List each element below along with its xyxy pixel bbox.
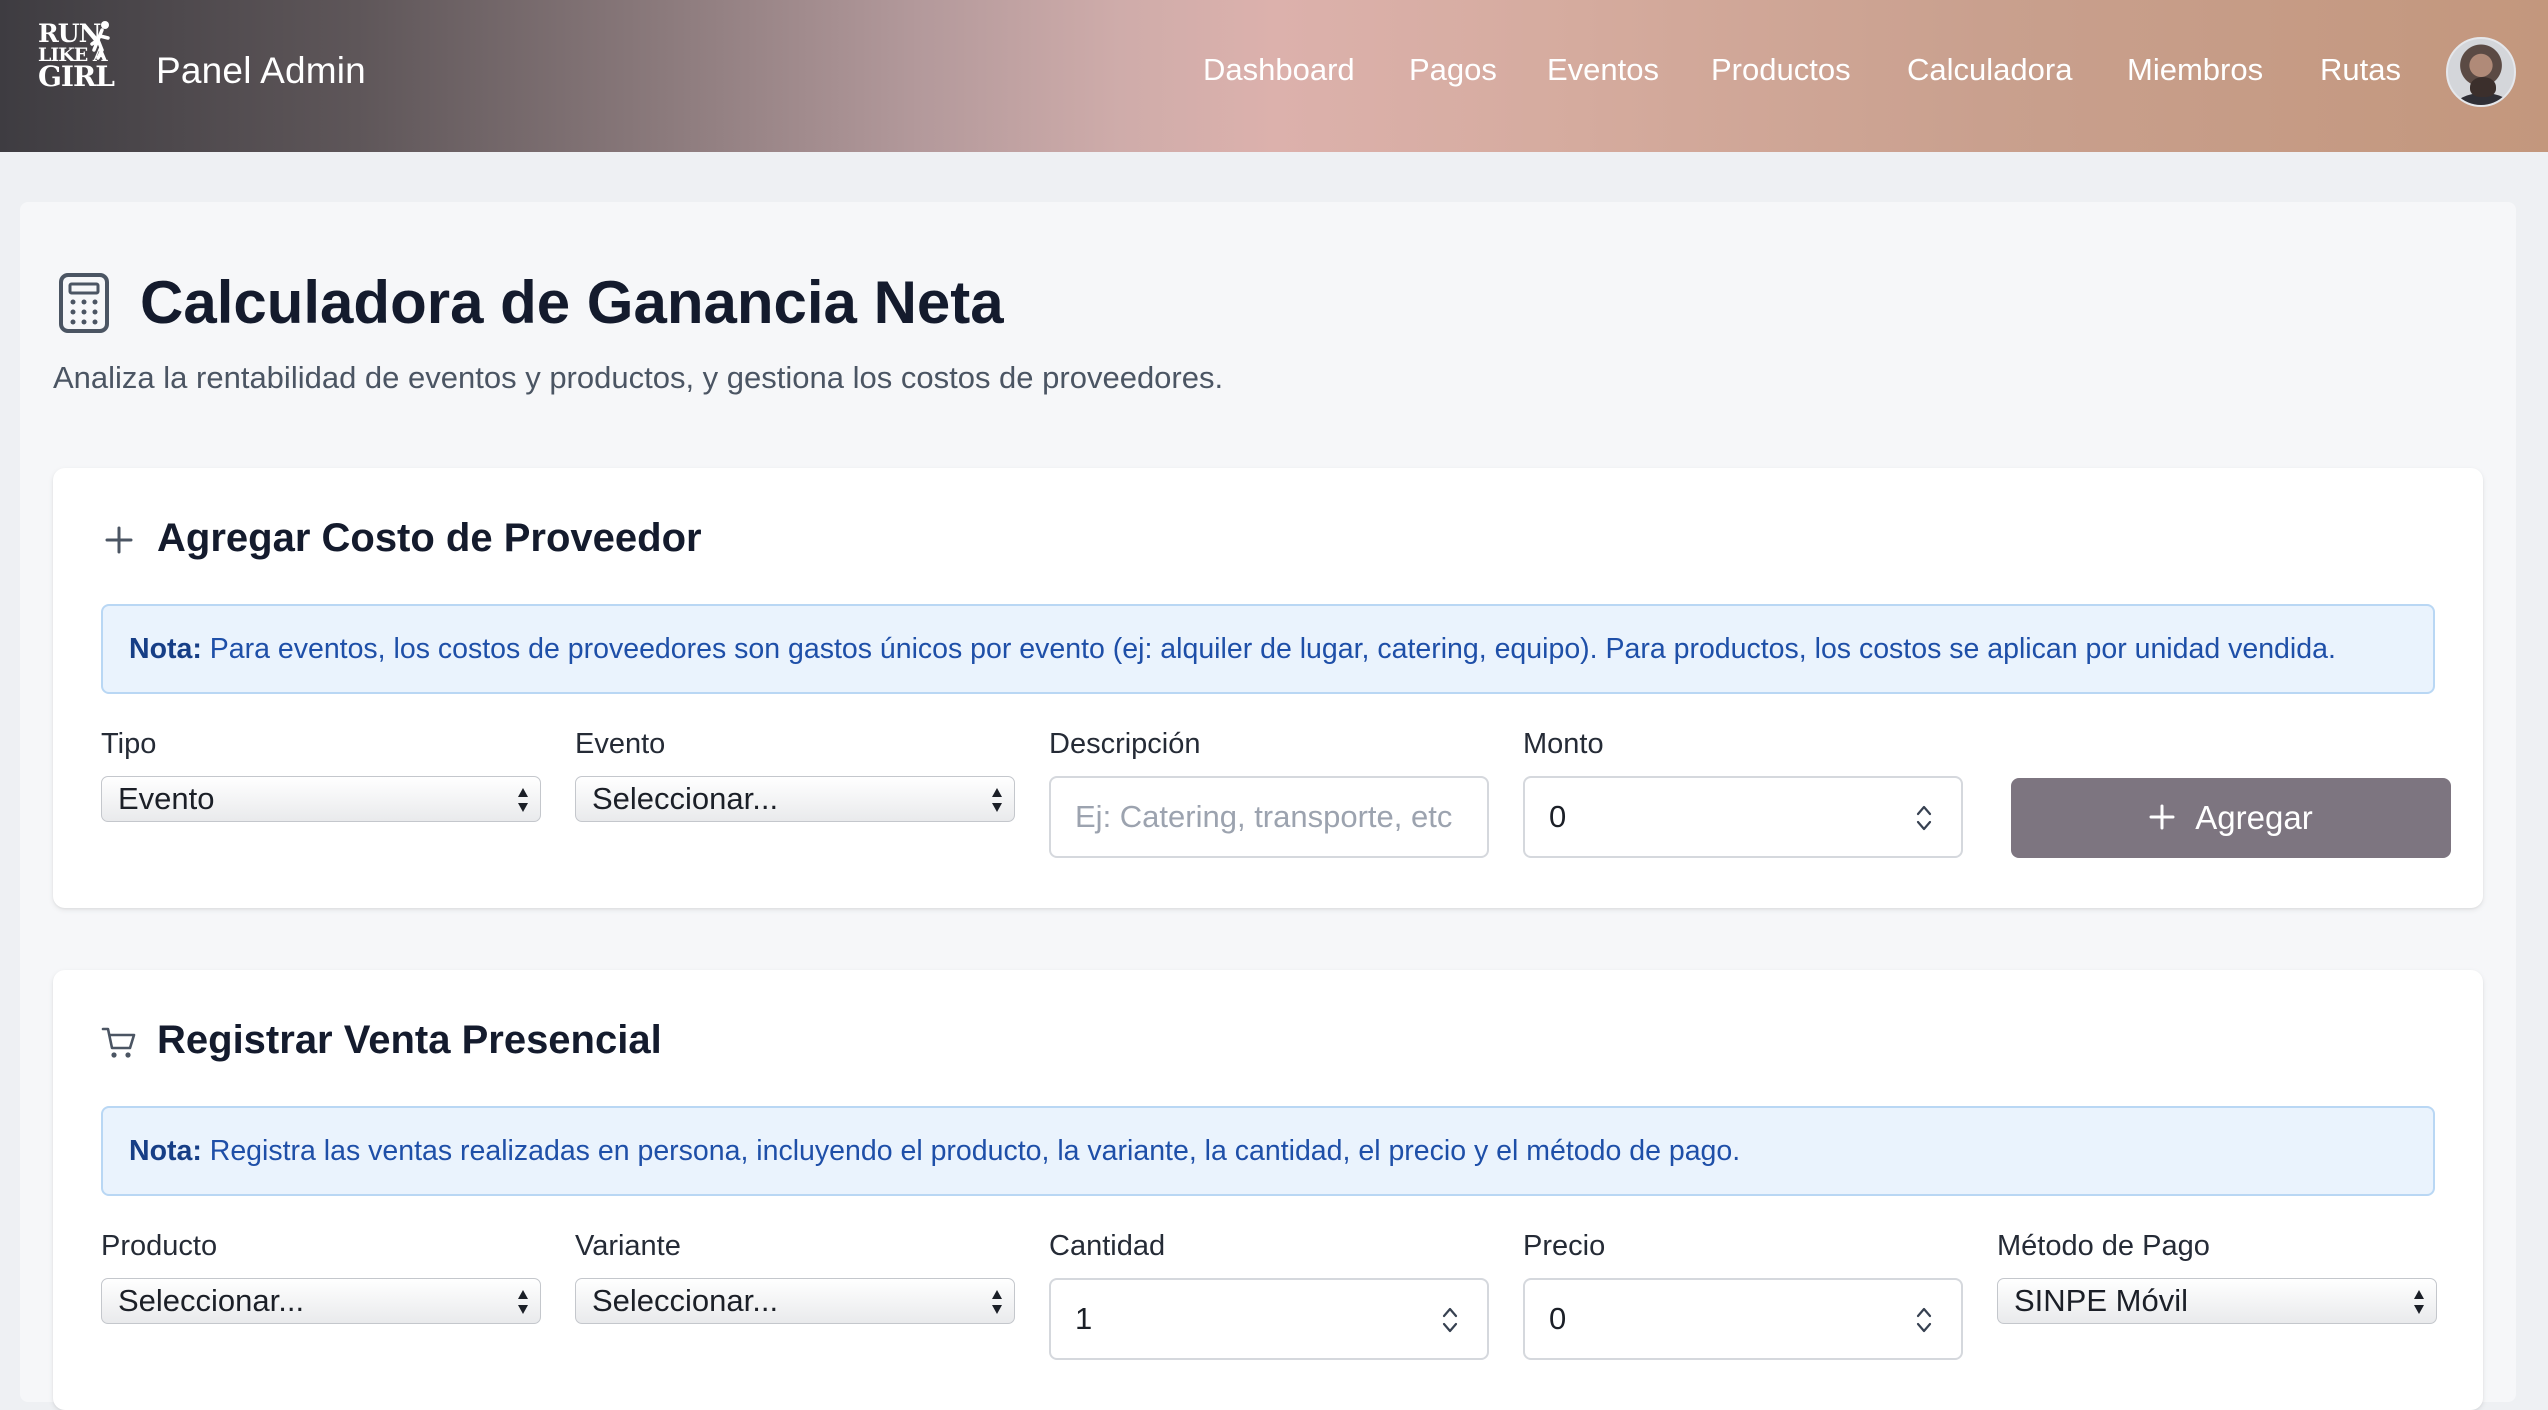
number-spinner-icon[interactable] <box>1915 1304 1933 1336</box>
cantidad-label: Cantidad <box>1049 1230 1166 1262</box>
producto-label: Producto <box>101 1230 218 1262</box>
tipo-label: Tipo <box>101 728 157 760</box>
page-subtitle: Analiza la rentabilidad de eventos y pro… <box>53 360 1224 395</box>
main-content: Calculadora de Ganancia Neta Analiza la … <box>20 202 2516 1410</box>
precio-value: 0 <box>1549 1301 1567 1336</box>
descripcion-placeholder: Ej: Catering, transporte, etc <box>1075 799 1453 834</box>
producto-select[interactable]: Seleccionar... <box>101 1278 541 1324</box>
tipo-select[interactable]: Evento <box>101 776 541 822</box>
number-spinner-icon[interactable] <box>1915 802 1933 834</box>
nav-pagos[interactable]: Pagos <box>1409 52 1497 88</box>
add-button-label: Agregar <box>2195 799 2313 836</box>
note-label: Nota: <box>129 1135 202 1167</box>
user-avatar[interactable] <box>2446 37 2516 107</box>
cantidad-input[interactable]: 1 <box>1049 1278 1489 1360</box>
precio-label: Precio <box>1523 1230 1606 1262</box>
in-person-sale-card: Registrar Venta Presencial Nota: Registr… <box>53 970 2483 1410</box>
nav-miembros[interactable]: Miembros <box>2127 52 2263 88</box>
tipo-select-value: Evento <box>118 781 215 816</box>
select-arrows-icon <box>518 788 528 812</box>
monto-input[interactable]: 0 <box>1523 776 1963 858</box>
evento-label: Evento <box>575 728 666 760</box>
select-arrows-icon <box>992 1290 1002 1314</box>
precio-input[interactable]: 0 <box>1523 1278 1963 1360</box>
descripcion-label: Descripción <box>1049 728 1201 760</box>
metodo-pago-label: Método de Pago <box>1997 1230 2210 1262</box>
supplier-cost-note: Nota: Para eventos, los costos de provee… <box>101 604 2435 694</box>
variante-select-value: Seleccionar... <box>592 1283 779 1318</box>
plus-icon <box>2149 804 2175 830</box>
producto-select-value: Seleccionar... <box>118 1283 305 1318</box>
note-text: Registra las ventas realizadas en person… <box>201 1135 1741 1167</box>
descripcion-input[interactable]: Ej: Catering, transporte, etc <box>1049 776 1489 858</box>
cart-icon <box>101 1027 136 1058</box>
monto-label: Monto <box>1523 728 1604 760</box>
evento-select-value: Seleccionar... <box>592 781 779 816</box>
add-cost-button[interactable]: Agregar <box>2011 778 2451 858</box>
number-spinner-icon[interactable] <box>1441 1304 1459 1336</box>
nav-rutas[interactable]: Rutas <box>2320 52 2401 88</box>
note-label: Nota: <box>129 633 202 665</box>
calculator-icon <box>59 273 109 333</box>
metodo-pago-select-value: SINPE Móvil <box>2014 1283 2188 1318</box>
select-arrows-icon <box>2414 1290 2424 1314</box>
nav-eventos[interactable]: Eventos <box>1547 52 1659 88</box>
plus-icon <box>105 526 133 554</box>
evento-select[interactable]: Seleccionar... <box>575 776 1015 822</box>
supplier-cost-card: Agregar Costo de Proveedor Nota: Para ev… <box>53 468 2483 908</box>
nav-dashboard[interactable]: Dashboard <box>1203 52 1355 88</box>
cantidad-value: 1 <box>1075 1301 1093 1336</box>
main-nav: Dashboard Pagos Eventos Productos Calcul… <box>0 52 2548 92</box>
variante-label: Variante <box>575 1230 681 1262</box>
in-person-sale-title: Registrar Venta Presencial <box>157 1018 662 1062</box>
in-person-sale-note: Nota: Registra las ventas realizadas en … <box>101 1106 2435 1196</box>
nav-calculadora[interactable]: Calculadora <box>1907 52 2072 88</box>
select-arrows-icon <box>992 788 1002 812</box>
nav-productos[interactable]: Productos <box>1711 52 1851 88</box>
variante-select[interactable]: Seleccionar... <box>575 1278 1015 1324</box>
top-navbar: RUN LIKE A GIRL Panel Admin Dashboard Pa… <box>0 0 2548 152</box>
select-arrows-icon <box>518 1290 528 1314</box>
avatar-beard <box>2470 77 2496 97</box>
metodo-pago-select[interactable]: SINPE Móvil <box>1997 1278 2437 1324</box>
note-text: Para eventos, los costos de proveedores … <box>201 633 2336 665</box>
supplier-cost-title: Agregar Costo de Proveedor <box>157 516 702 560</box>
monto-value: 0 <box>1549 799 1567 834</box>
page-title: Calculadora de Ganancia Neta <box>140 269 1004 336</box>
